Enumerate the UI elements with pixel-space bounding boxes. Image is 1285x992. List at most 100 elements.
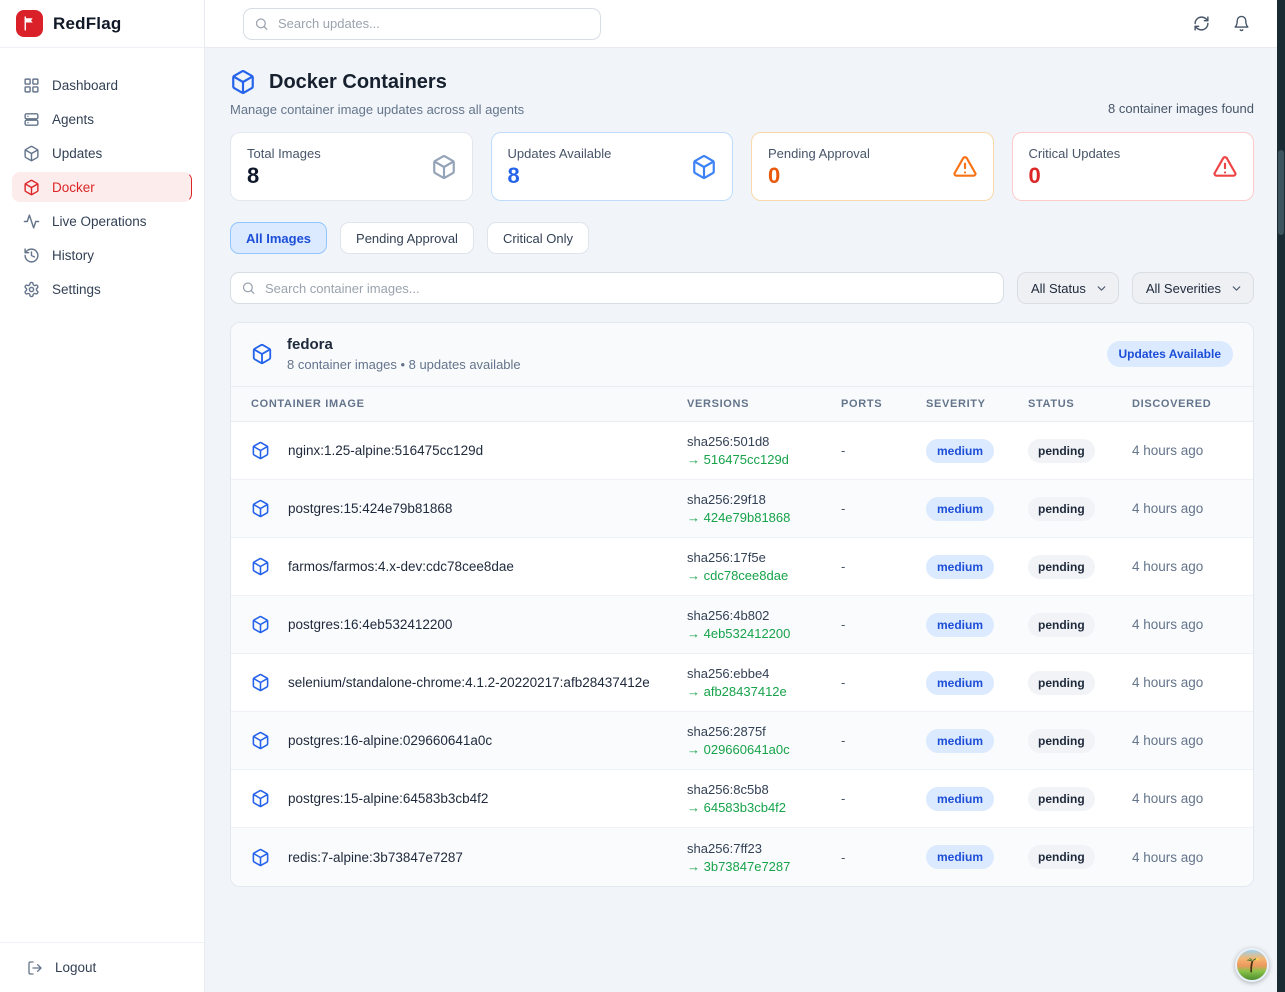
topbar-actions — [1193, 15, 1250, 32]
ports-value: - — [841, 501, 926, 516]
image-search — [230, 272, 1004, 304]
stat-value: 8 — [508, 163, 717, 189]
discovered-time: 4 hours ago — [1132, 675, 1253, 690]
ports-value: - — [841, 675, 926, 690]
image-search-input[interactable] — [230, 272, 1004, 304]
update-version: → 424e79b81868 — [687, 510, 841, 525]
logout-icon — [27, 960, 43, 976]
update-version: → 64583b3cb4f2 — [687, 800, 841, 815]
agents-icon — [23, 111, 40, 128]
severity-select[interactable]: All Severities — [1132, 272, 1254, 304]
main-area: Docker Containers Manage container image… — [205, 0, 1285, 992]
ports-value: - — [841, 791, 926, 806]
topbar — [205, 0, 1285, 48]
table-row: farmos/farmos:4.x-dev:cdc78cee8dae sha25… — [231, 538, 1253, 596]
column-status: STATUS — [1028, 398, 1132, 410]
ports-value: - — [841, 617, 926, 632]
severity-badge: medium — [926, 439, 994, 463]
sidebar-item-label: Settings — [52, 282, 101, 297]
discovered-time: 4 hours ago — [1132, 501, 1253, 516]
logout-button[interactable]: Logout — [0, 942, 204, 992]
images-table-card: fedora 8 container images • 8 updates av… — [230, 322, 1254, 887]
ports-value: - — [841, 850, 926, 865]
global-search — [243, 8, 601, 40]
group-name: fedora — [287, 336, 521, 353]
discovered-time: 4 hours ago — [1132, 443, 1253, 458]
table-row: redis:7-alpine:3b73847e7287 sha256:7ff23… — [231, 828, 1253, 886]
column-versions: VERSIONS — [687, 398, 841, 410]
severity-badge: medium — [926, 787, 994, 811]
severity-badge: medium — [926, 613, 994, 637]
result-count: 8 container images found — [1108, 101, 1254, 117]
table-row: selenium/standalone-chrome:4.1.2-2022021… — [231, 654, 1253, 712]
container-icon — [251, 441, 270, 460]
chevron-down-icon — [1230, 282, 1243, 295]
image-name: farmos/farmos:4.x-dev:cdc78cee8dae — [288, 559, 514, 574]
sidebar-item-updates[interactable]: Updates — [12, 138, 192, 168]
table-row: postgres:15:424e79b81868 sha256:29f18 → … — [231, 480, 1253, 538]
tab-all-images[interactable]: All Images — [230, 222, 327, 254]
container-icon — [251, 673, 270, 692]
global-search-input[interactable] — [243, 8, 601, 40]
update-version: → 3b73847e7287 — [687, 859, 841, 874]
sidebar-item-agents[interactable]: Agents — [12, 104, 192, 134]
table-row: postgres:16-alpine:029660641a0c sha256:2… — [231, 712, 1253, 770]
sidebar-item-settings[interactable]: Settings — [12, 274, 192, 304]
status-badge: pending — [1028, 671, 1095, 695]
current-version: sha256:ebbe4 — [687, 666, 841, 681]
tab-pending-approval[interactable]: Pending Approval — [340, 222, 474, 254]
sidebar-item-docker[interactable]: Docker — [12, 172, 192, 202]
table-row: postgres:15-alpine:64583b3cb4f2 sha256:8… — [231, 770, 1253, 828]
page-scrollbar[interactable] — [1277, 0, 1285, 992]
brand: RedFlag — [0, 0, 204, 48]
sidebar-item-dashboard[interactable]: Dashboard — [12, 70, 192, 100]
image-name: nginx:1.25-alpine:516475cc129d — [288, 443, 483, 458]
stat-value: 0 — [768, 163, 977, 189]
update-version: → cdc78cee8dae — [687, 568, 841, 583]
stat-label: Pending Approval — [768, 146, 977, 161]
status-select[interactable]: All Status — [1017, 272, 1119, 304]
container-icon — [251, 731, 270, 750]
column-container-image: CONTAINER IMAGE — [231, 398, 687, 410]
tab-label: All Images — [246, 231, 311, 246]
search-icon — [254, 16, 269, 31]
sidebar-item-label: Docker — [52, 180, 95, 195]
image-name: postgres:16-alpine:029660641a0c — [288, 733, 492, 748]
logout-label: Logout — [55, 960, 96, 975]
update-version: → 029660641a0c — [687, 742, 841, 757]
filter-tabs: All Images Pending Approval Critical Only — [230, 222, 1254, 254]
stats-cards: Total Images 8 Updates Available 8 Pendi… — [230, 132, 1254, 201]
filter-row: All Status All Severities — [230, 272, 1254, 304]
stat-label: Total Images — [247, 146, 456, 161]
alert-triangle-icon — [1212, 154, 1238, 180]
scrollbar-thumb[interactable] — [1278, 150, 1284, 235]
history-icon — [23, 247, 40, 264]
island-widget-icon[interactable] — [1235, 948, 1269, 982]
sidebar-item-label: Live Operations — [52, 214, 147, 229]
image-name: selenium/standalone-chrome:4.1.2-2022021… — [288, 675, 650, 690]
box-icon — [431, 154, 457, 180]
app-window: RedFlag Dashboard Agents Updates Docker … — [0, 0, 1285, 992]
discovered-time: 4 hours ago — [1132, 791, 1253, 806]
tab-critical-only[interactable]: Critical Only — [487, 222, 589, 254]
box-icon — [23, 179, 40, 196]
sidebar-item-label: Dashboard — [52, 78, 118, 93]
discovered-time: 4 hours ago — [1132, 617, 1253, 632]
status-select-value: All Status — [1031, 281, 1086, 296]
update-version: → 516475cc129d — [687, 452, 841, 467]
discovered-time: 4 hours ago — [1132, 850, 1253, 865]
redflag-logo-icon — [16, 10, 43, 37]
page-subtitle: Manage container image updates across al… — [230, 102, 524, 117]
box-icon — [23, 145, 40, 162]
severity-badge: medium — [926, 671, 994, 695]
current-version: sha256:501d8 — [687, 434, 841, 449]
image-name: postgres:15:424e79b81868 — [288, 501, 452, 516]
image-name: postgres:15-alpine:64583b3cb4f2 — [288, 791, 488, 806]
sidebar-item-history[interactable]: History — [12, 240, 192, 270]
refresh-icon[interactable] — [1193, 15, 1210, 32]
column-ports: PORTS — [841, 398, 926, 410]
bell-icon[interactable] — [1233, 15, 1250, 32]
stat-card: Critical Updates 0 — [1012, 132, 1255, 201]
sidebar-item-live-operations[interactable]: Live Operations — [12, 206, 192, 236]
image-name: redis:7-alpine:3b73847e7287 — [288, 850, 463, 865]
